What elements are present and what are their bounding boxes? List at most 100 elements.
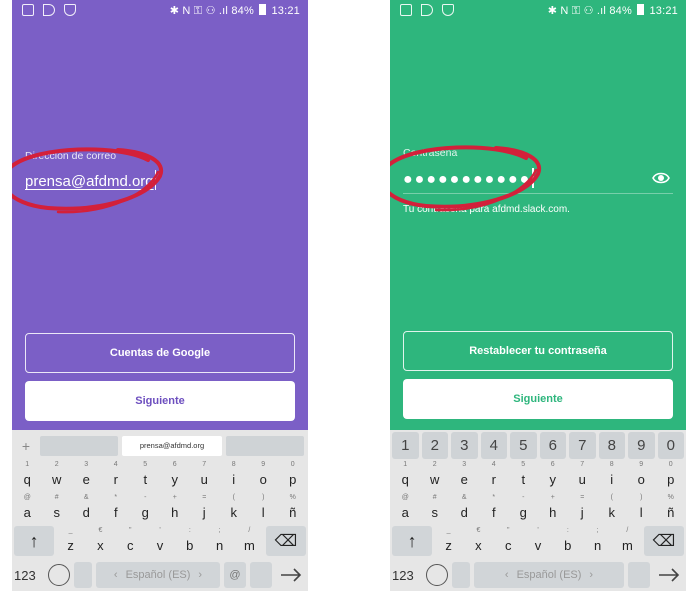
key-r[interactable]: 4r	[103, 460, 130, 490]
key-h[interactable]: + h	[162, 493, 189, 523]
password-label: Contraseña	[403, 147, 458, 159]
key-f[interactable]: * f	[103, 493, 130, 523]
key-k[interactable]: (k	[221, 493, 248, 523]
key-1[interactable]: 1	[392, 432, 419, 459]
password-field[interactable]: ●●●●●●●●●●●	[403, 168, 534, 189]
key-3[interactable]: 3	[451, 432, 478, 459]
key-n-tilde[interactable]: % ñ	[658, 493, 685, 523]
enter-key[interactable]	[654, 562, 684, 588]
key-9[interactable]: 9	[628, 432, 655, 459]
key-q[interactable]: 1q	[392, 460, 419, 490]
key-r[interactable]: 4r	[481, 460, 508, 490]
key-5[interactable]: 5	[510, 432, 537, 459]
key-g[interactable]: -g	[510, 493, 537, 523]
key-j[interactable]: = j	[191, 493, 218, 523]
key-f[interactable]: * f	[481, 493, 508, 523]
key-h[interactable]: + h	[540, 493, 567, 523]
shift-key[interactable]: ↑	[392, 526, 433, 556]
key-c[interactable]: " c	[495, 526, 522, 556]
emoji-icon[interactable]	[48, 564, 70, 586]
backspace-key[interactable]: ⌫	[643, 526, 684, 556]
key-e[interactable]: 3e	[451, 460, 478, 490]
space-label: Español (ES)	[516, 569, 582, 581]
key-4[interactable]: 4	[480, 432, 507, 459]
key-t[interactable]: 5t	[510, 460, 537, 490]
key-l[interactable]: ) l	[628, 493, 655, 523]
key-w[interactable]: 2w	[44, 460, 71, 490]
key-b[interactable]: :b	[176, 526, 203, 556]
key-d[interactable]: & d	[451, 493, 478, 523]
key-m[interactable]: / m	[614, 526, 641, 556]
key-0[interactable]: 0	[657, 432, 684, 459]
key-y[interactable]: 6y	[540, 460, 567, 490]
key-k[interactable]: (k	[599, 493, 626, 523]
key-z[interactable]: _ z	[435, 526, 462, 556]
shield-icon	[64, 4, 76, 16]
key-m[interactable]: / m	[236, 526, 263, 556]
key-6[interactable]: 6	[539, 432, 566, 459]
suggestion-email[interactable]: prensa@afdmd.org	[121, 435, 223, 456]
space-key[interactable]: ‹ Español (ES) ›	[474, 562, 624, 588]
key-s[interactable]: # s	[422, 493, 449, 523]
key-p[interactable]: 0p	[658, 460, 685, 490]
email-field[interactable]: prensa@afdmd.org	[25, 170, 157, 190]
emoji-icon[interactable]	[426, 564, 448, 586]
key-e[interactable]: 3e	[73, 460, 100, 490]
key-c[interactable]: " c	[117, 526, 144, 556]
numbers-key[interactable]: 123	[14, 568, 44, 583]
key-i[interactable]: 8i	[221, 460, 248, 490]
key-x[interactable]: € x	[87, 526, 114, 556]
key-row-3: ↑ _ z € x " c ' v :b ; n / m ⌫	[392, 526, 684, 556]
microphone-icon[interactable]	[74, 562, 92, 588]
key-v[interactable]: ' v	[525, 526, 552, 556]
password-value: ●●●●●●●●●●●	[403, 171, 532, 188]
backspace-key[interactable]: ⌫	[265, 526, 306, 556]
suggestion-slot-right[interactable]	[226, 435, 304, 456]
numbers-key[interactable]: 123	[392, 568, 422, 583]
key-s[interactable]: # s	[44, 493, 71, 523]
key-t[interactable]: 5t	[132, 460, 159, 490]
next-button[interactable]: Siguiente	[25, 381, 295, 421]
key-o[interactable]: 9o	[250, 460, 277, 490]
eye-icon[interactable]	[652, 169, 670, 187]
key-7[interactable]: 7	[569, 432, 596, 459]
at-key[interactable]: @	[224, 562, 246, 588]
punctuation-key[interactable]	[628, 562, 650, 588]
microphone-icon[interactable]	[452, 562, 470, 588]
key-8[interactable]: 8	[598, 432, 625, 459]
key-o[interactable]: 9o	[628, 460, 655, 490]
punctuation-key[interactable]	[250, 562, 272, 588]
key-a[interactable]: @ a	[14, 493, 41, 523]
key-n-tilde[interactable]: % ñ	[280, 493, 307, 523]
plus-icon[interactable]: +	[16, 438, 36, 454]
key-l[interactable]: ) l	[250, 493, 277, 523]
space-key[interactable]: ‹ Español (ES) ›	[96, 562, 220, 588]
key-x[interactable]: € x	[465, 526, 492, 556]
key-d[interactable]: & d	[73, 493, 100, 523]
email-label: Dirección de correo	[25, 150, 117, 162]
key-n[interactable]: ; n	[206, 526, 233, 556]
enter-key[interactable]	[276, 562, 306, 588]
key-j[interactable]: = j	[569, 493, 596, 523]
key-n[interactable]: ; n	[584, 526, 611, 556]
shift-key[interactable]: ↑	[14, 526, 55, 556]
key-u[interactable]: 7u	[569, 460, 596, 490]
key-i[interactable]: 8i	[599, 460, 626, 490]
next-button[interactable]: Siguiente	[403, 379, 673, 419]
key-b[interactable]: :b	[554, 526, 581, 556]
key-2[interactable]: 2	[421, 432, 448, 459]
key-a[interactable]: @ a	[392, 493, 419, 523]
key-g[interactable]: -g	[132, 493, 159, 523]
battery-icon	[259, 4, 267, 15]
google-accounts-button[interactable]: Cuentas de Google	[25, 333, 295, 373]
text-cursor	[532, 168, 534, 188]
key-p[interactable]: 0p	[280, 460, 307, 490]
key-z[interactable]: _ z	[57, 526, 84, 556]
reset-password-button[interactable]: Restablecer tu contraseña	[403, 331, 673, 371]
key-q[interactable]: 1q	[14, 460, 41, 490]
key-u[interactable]: 7u	[191, 460, 218, 490]
key-w[interactable]: 2w	[422, 460, 449, 490]
key-y[interactable]: 6y	[162, 460, 189, 490]
key-v[interactable]: ' v	[147, 526, 174, 556]
suggestion-slot-left[interactable]	[40, 435, 118, 456]
